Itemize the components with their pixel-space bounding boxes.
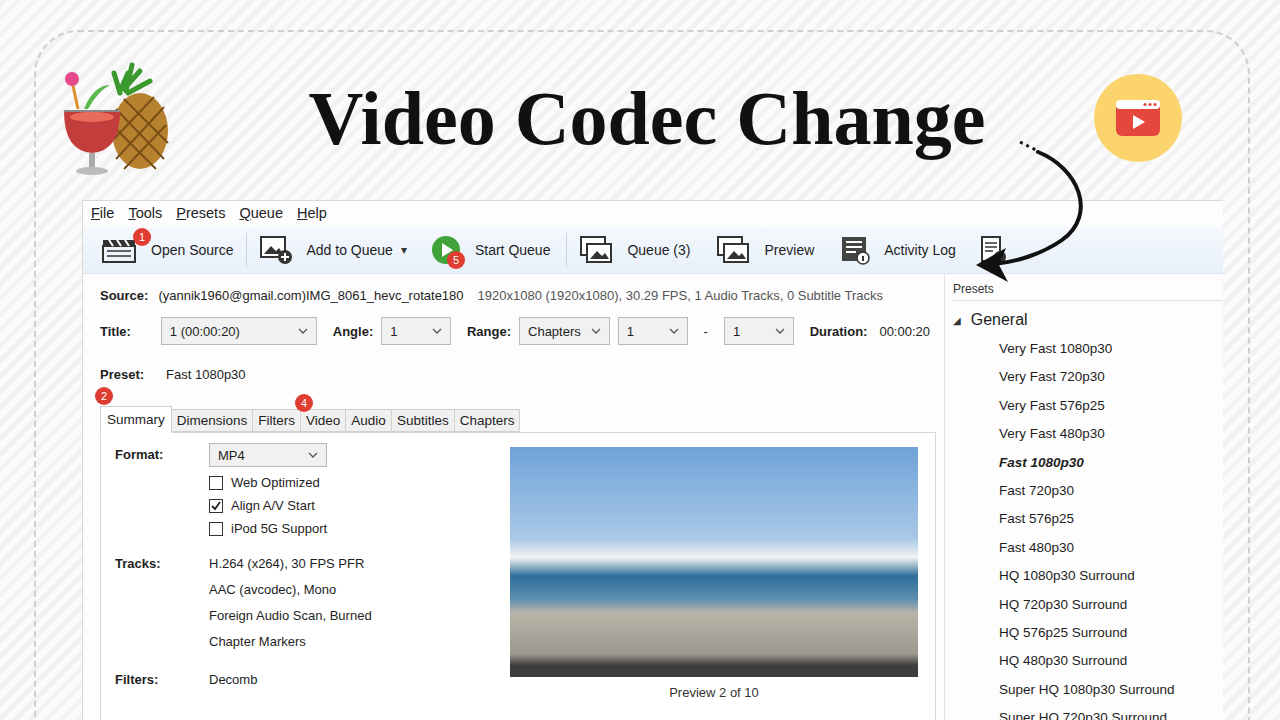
menu-item[interactable]: Tools [128,205,162,223]
video-badge [1094,74,1182,162]
preset-item[interactable]: Very Fast 720p30 [999,363,1223,391]
toolbar-button[interactable]: 5Start Queue [419,233,568,267]
preview-caption: Preview 2 of 10 [669,685,759,700]
checkmark-icon [210,500,222,512]
chevron-down-icon [308,452,318,458]
checkbox[interactable] [209,476,223,490]
range-from-dropdown[interactable]: 1 [618,317,688,345]
picture-stack-icon [716,235,750,265]
chevron-down-icon [298,328,308,334]
tab[interactable]: Subtitles [392,409,455,432]
toolbar-button[interactable]: Add to Queue▾ [247,233,419,267]
step-badge: 4 [295,394,313,412]
checkbox[interactable] [209,522,223,536]
toolbar-button[interactable]: Preview [704,233,828,267]
clapperboard-icon [101,236,137,264]
presets-panel: Presets◢GeneralVery Fast 1080p30Very Fas… [944,274,1223,720]
tab[interactable]: Video 4 [301,409,346,432]
track-line: H.264 (x264), 30 FPS PFR [209,556,372,582]
track-line: Foreign Audio Scan, Burned [209,608,372,634]
step-badge: 1 [133,228,151,246]
video-player-icon [1115,99,1161,137]
checkbox-row[interactable]: Web Optimized [209,471,327,494]
title-dropdown[interactable]: 1 (00:00:20) [161,317,317,345]
banner-title: Video Codec Change [180,75,1094,162]
banner: Video Codec Change [0,0,1280,200]
preset-item[interactable]: Very Fast 576p25 [999,392,1223,420]
preset-item[interactable]: HQ 576p25 Surround [999,619,1223,647]
source-row: Source:(yannik1960@gmail.com)IMG_8061_he… [100,288,930,303]
tab[interactable]: Audio [346,409,392,432]
preset-item[interactable]: Fast 720p30 [999,477,1223,505]
main-panel: Source:(yannik1960@gmail.com)IMG_8061_he… [83,274,944,720]
preset-item[interactable]: Fast 1080p30 [999,449,1223,477]
range-mode-dropdown[interactable]: Chapters [519,317,610,345]
format-dropdown[interactable]: MP4 [209,443,327,467]
preset-item[interactable]: Very Fast 480p30 [999,420,1223,448]
step-badge: 5 [447,251,465,269]
thumbnail-page: Video Codec Change File Tools Presets Queue H… [0,0,1280,720]
activity-log-icon [840,235,870,265]
picture-stack-icon [579,235,613,265]
preset-item[interactable]: Fast 576p25 [999,505,1223,533]
add-picture-icon [259,235,293,265]
dropdown-caret[interactable]: ▾ [401,243,407,257]
chevron-down-icon [669,328,679,334]
tab[interactable]: Summary 2 [100,406,172,433]
chevron-down-icon [775,328,785,334]
tab[interactable]: Dimensions [172,409,254,432]
toolbar-button[interactable]: 1Open Source [89,233,247,267]
window-body: Source:(yannik1960@gmail.com)IMG_8061_he… [83,274,1223,720]
presets-gear-icon [980,235,1008,265]
toolbar-button[interactable]: Activity Log [828,233,968,267]
step-badge: 2 [95,387,113,405]
summary-panel: Format:MP4Web OptimizedAlign A/V StartiP… [100,432,936,720]
preset-item[interactable]: Super HQ 720p30 Surround [999,704,1223,720]
angle-dropdown[interactable]: 1 [381,317,451,345]
chevron-down-icon [432,328,442,334]
preview-image [510,447,918,677]
preset-item[interactable]: Super HQ 1080p30 Surround [999,676,1223,704]
tab[interactable]: Filters [253,409,301,432]
toolbar-button[interactable] [968,233,1020,267]
menu-item[interactable]: Help [297,205,327,223]
checkbox-row[interactable]: iPod 5G Support [209,517,327,540]
checkbox[interactable] [209,499,223,513]
preset-item[interactable]: HQ 1080p30 Surround [999,562,1223,590]
track-line: Chapter Markers [209,634,372,660]
toolbar: 1Open SourceAdd to Queue▾5Start QueueQue… [83,227,1223,274]
preset-item[interactable]: HQ 480p30 Surround [999,647,1223,675]
preset-item[interactable]: Fast 480p30 [999,534,1223,562]
menu-item[interactable]: Queue [239,205,283,223]
range-to-dropdown[interactable]: 1 [724,317,794,345]
menu-bar: File Tools Presets Queue Help [83,201,1223,227]
tab-bar: Summary 2Dimensions Filters Video 4Audio… [100,406,930,432]
menu-item[interactable]: File [91,205,114,223]
toolbar-button[interactable]: Queue (3) [567,233,704,267]
track-line: AAC (avcodec), Mono [209,582,372,608]
tab[interactable]: Chapters [455,409,521,432]
menu-item[interactable]: Presets [176,205,225,223]
title-row: Title:1 (00:00:20)Angle:1Range:Chapters1… [100,317,930,345]
chevron-down-icon [591,328,601,334]
handbrake-logo-icon [58,59,180,177]
preset-row: Preset:Fast 1080p30 [100,367,930,382]
preset-group[interactable]: ◢General [953,309,1223,331]
handbrake-window: File Tools Presets Queue Help 1Open SourceAdd… [82,200,1223,720]
checkbox-row[interactable]: Align A/V Start [209,494,327,517]
preset-item[interactable]: HQ 720p30 Surround [999,591,1223,619]
preset-item[interactable]: Very Fast 1080p30 [999,335,1223,363]
